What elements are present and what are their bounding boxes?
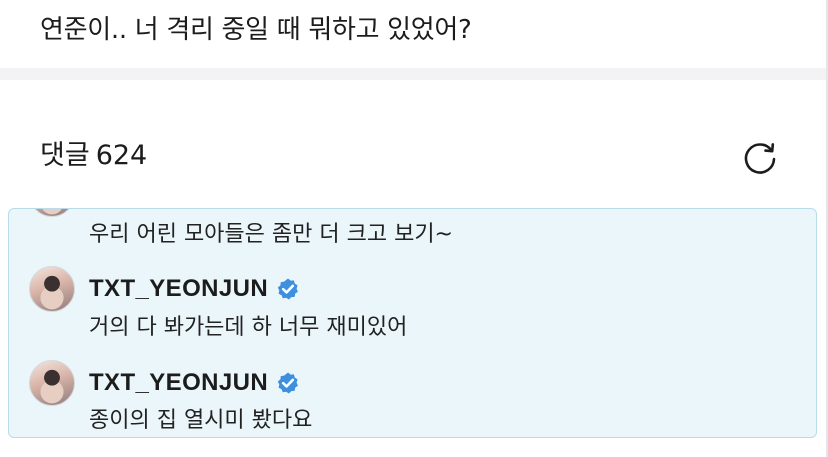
comments-header: 댓글 624 <box>40 136 147 176</box>
refresh-button[interactable] <box>740 137 780 177</box>
comments-label: 댓글 <box>40 140 90 171</box>
post-detail-page: 연준이.. 너 격리 중일 때 뭐하고 있었어? 댓글 624 우리 어린 모아들… <box>0 0 828 457</box>
refresh-icon <box>744 143 776 174</box>
author-name[interactable]: TXT_YEONJUN <box>89 275 268 303</box>
section-divider <box>0 68 828 80</box>
reply-author-row: TXT_YEONJUN <box>29 266 300 312</box>
verified-badge-icon <box>277 278 299 300</box>
avatar[interactable] <box>29 209 75 217</box>
reply-author-row: TXT_YEONJUN <box>29 360 300 406</box>
comments-count: 624 <box>95 140 148 171</box>
reply-text: 우리 어린 모아들은 좀만 더 크고 보기~ <box>89 222 453 247</box>
reply-text: 거의 다 봐가는데 하 너무 재미있어 <box>89 315 408 340</box>
reply-thread: 우리 어린 모아들은 좀만 더 크고 보기~ TXT_YEONJUN 거의 다 … <box>8 208 817 438</box>
post-title: 연준이.. 너 격리 중일 때 뭐하고 있었어? <box>40 15 472 45</box>
author-name[interactable]: TXT_YEONJUN <box>89 369 268 397</box>
avatar[interactable] <box>29 266 75 312</box>
verified-badge-icon <box>277 372 299 394</box>
reply-text: 종이의 집 열시미 봤다요 <box>89 408 313 433</box>
avatar[interactable] <box>29 360 75 406</box>
